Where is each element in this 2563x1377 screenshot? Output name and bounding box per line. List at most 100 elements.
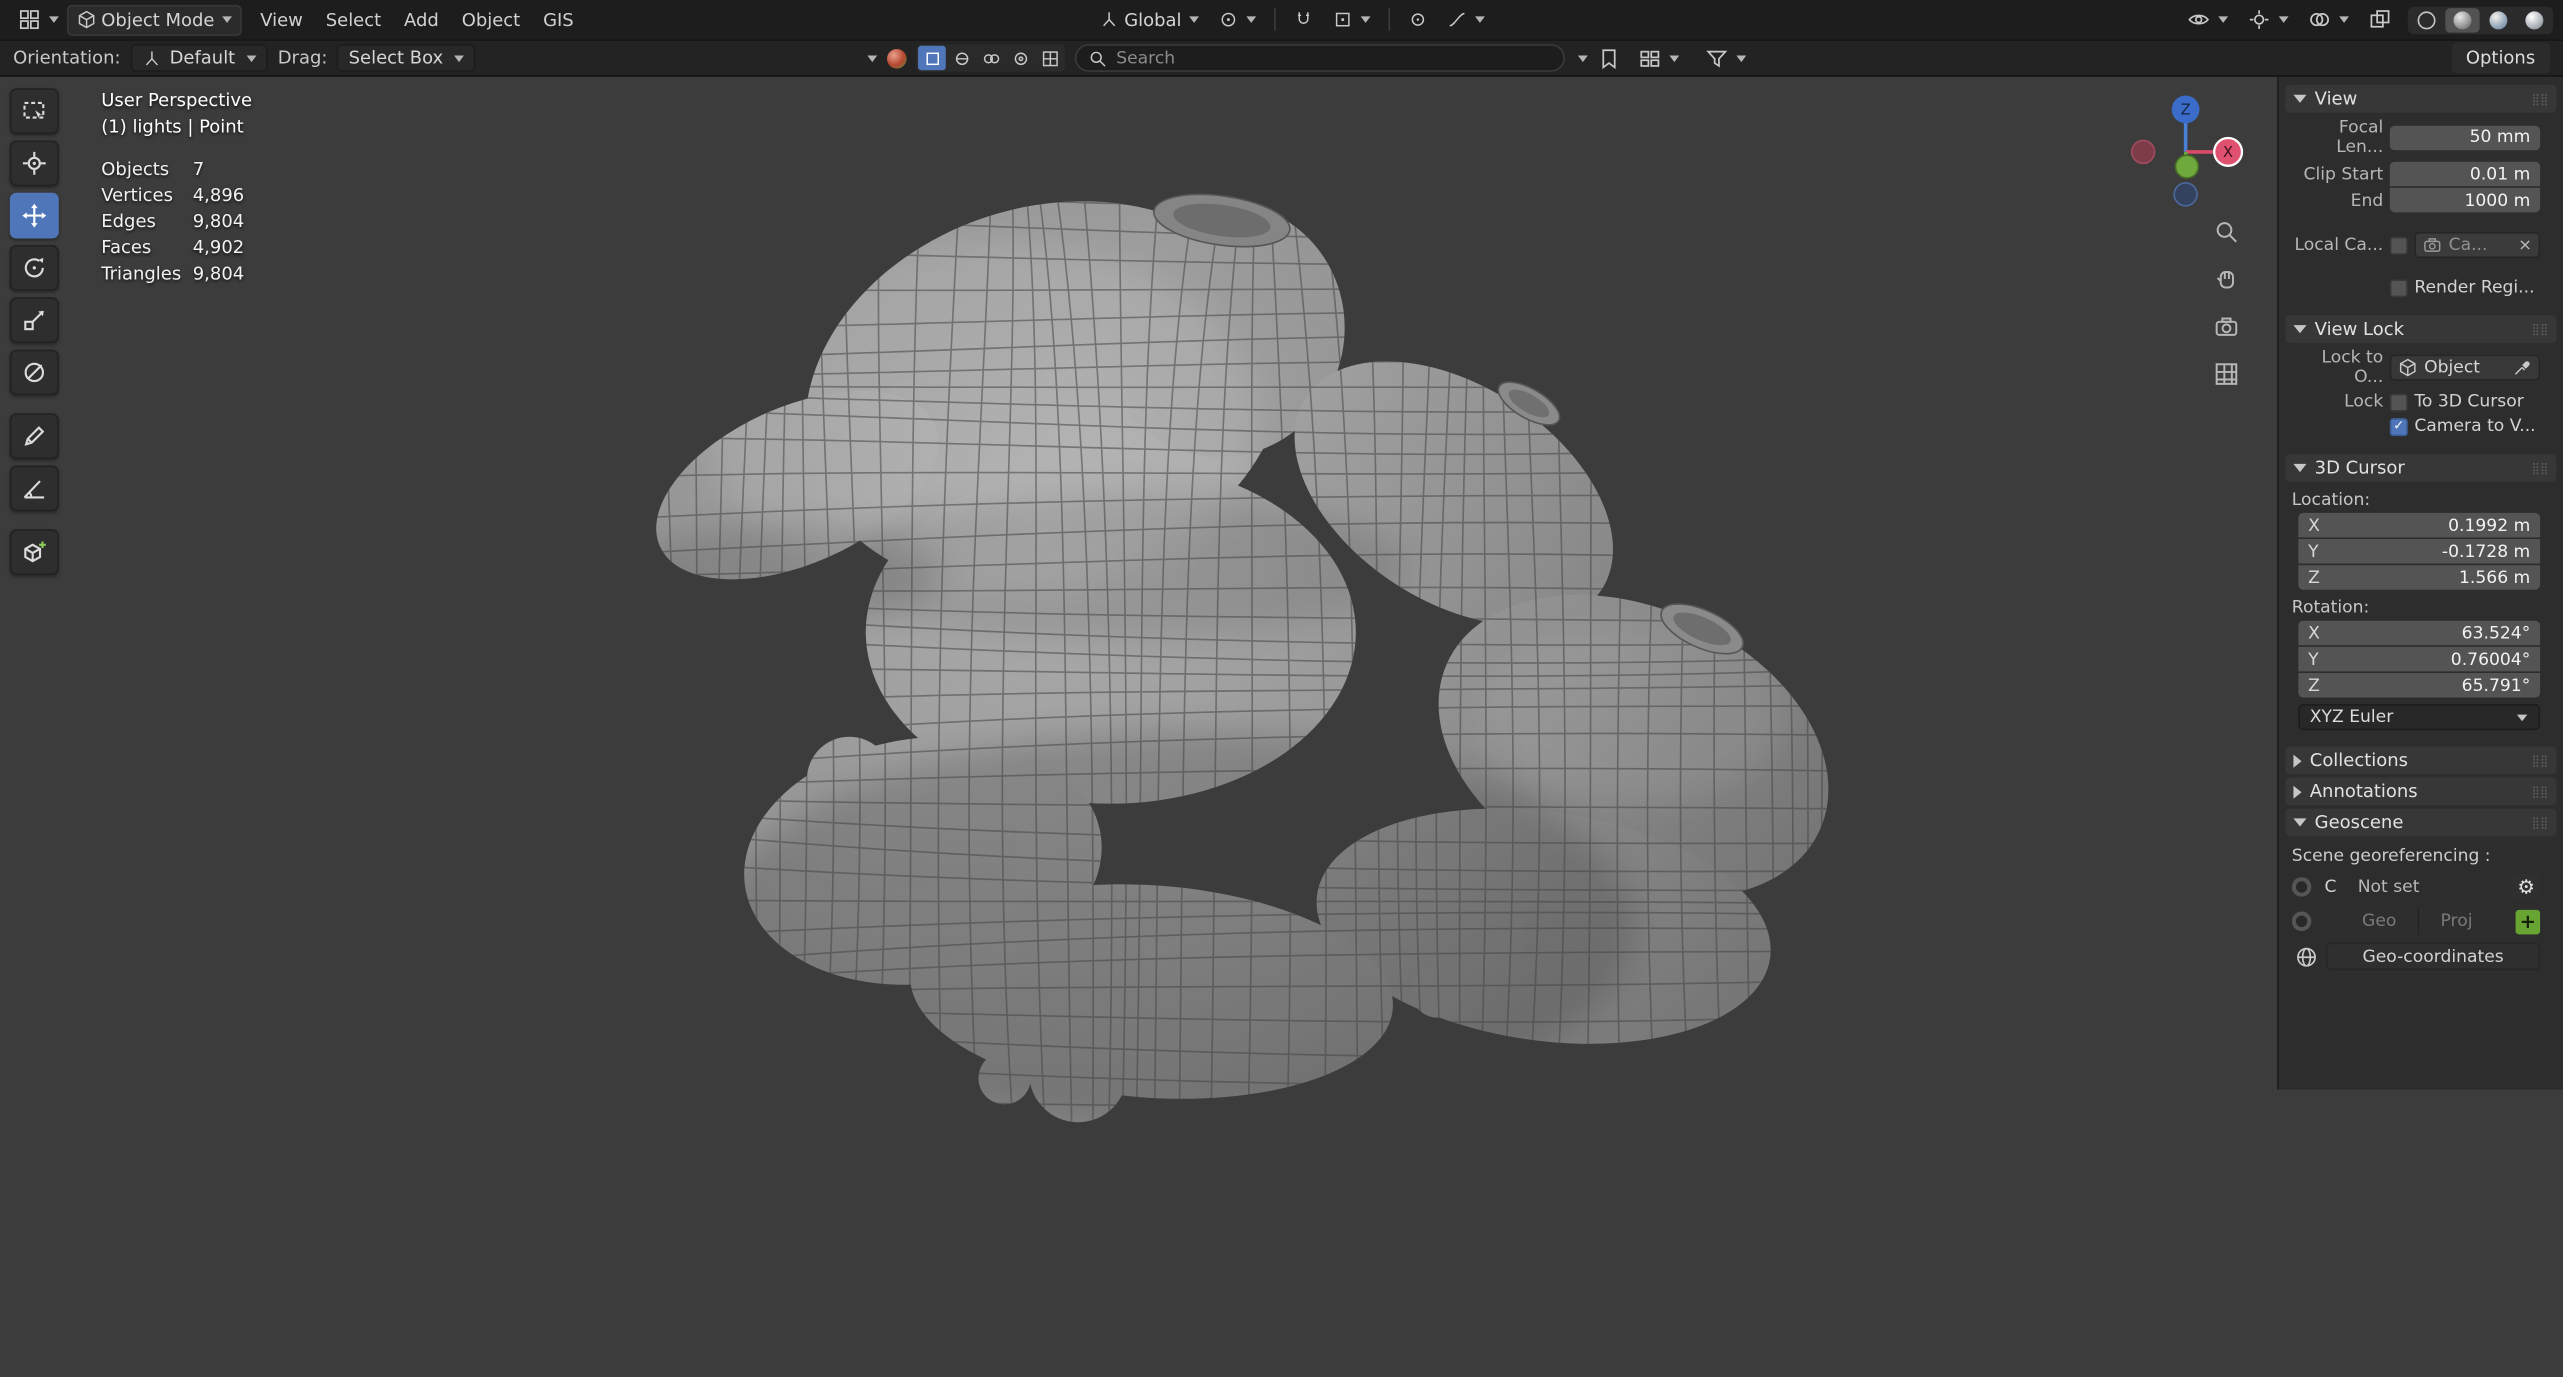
show-overlays-dropdown[interactable]	[2300, 3, 2357, 36]
display-filter-sphere-button[interactable]	[948, 46, 976, 71]
proj-button[interactable]: Proj	[2419, 908, 2494, 935]
cursor-location-x[interactable]: X 0.1992 m	[2298, 512, 2541, 538]
camera-icon	[2215, 317, 2238, 336]
proportional-editing-toggle[interactable]	[1400, 3, 1436, 36]
proportional-falloff-dropdown[interactable]	[1440, 3, 1494, 36]
menu-object[interactable]: Object	[450, 6, 531, 34]
pivot-point-dropdown[interactable]	[1211, 3, 1265, 36]
panel-grip-icon[interactable]: ⣿⣿	[2531, 92, 2548, 105]
panel-title: 3D Cursor	[2314, 457, 2405, 479]
to-3d-cursor-checkbox[interactable]	[2389, 392, 2408, 411]
panel-grip-icon[interactable]: ⣿⣿	[2531, 461, 2548, 474]
cursor-rotation-y[interactable]: Y 0.76004°	[2298, 646, 2541, 672]
shading-solid-button[interactable]	[2445, 7, 2480, 32]
display-mode-dropdown[interactable]	[1631, 42, 1688, 75]
filter-dropdown[interactable]	[1698, 42, 1755, 75]
presets-dropdown[interactable]	[867, 54, 878, 62]
options-button[interactable]: Options	[2451, 42, 2550, 74]
tool-annotate[interactable]	[9, 413, 59, 460]
panel-grip-icon[interactable]: ⣿⣿	[2531, 785, 2548, 798]
local-camera-field[interactable]: Ca... ×	[2414, 231, 2541, 259]
menu-gis[interactable]: GIS	[532, 6, 586, 34]
geo-coordinates-button[interactable]: Geo-coordinates	[2326, 942, 2541, 971]
crs-settings-button[interactable]: ⚙	[2512, 873, 2541, 901]
display-filter-box-button[interactable]	[918, 45, 947, 71]
tool-measure[interactable]	[9, 465, 59, 512]
xray-toggle[interactable]	[2360, 3, 2399, 36]
geo-button[interactable]: Geo	[2340, 908, 2420, 935]
tool-select-box[interactable]	[9, 88, 59, 134]
rotation-mode-dropdown[interactable]: XYZ Euler	[2298, 704, 2541, 731]
tool-rotate[interactable]	[9, 245, 59, 291]
shading-mode-group	[2407, 5, 2554, 34]
editor-type-button[interactable]	[10, 3, 67, 36]
lock-to-object-field[interactable]: Object	[2389, 354, 2541, 381]
orientation-dropdown[interactable]: Default	[130, 44, 268, 72]
cursor-location-z[interactable]: Z 1.566 m	[2298, 565, 2541, 590]
zoom-button[interactable]	[2208, 214, 2244, 250]
add-crs-button[interactable]: +	[2515, 909, 2541, 934]
snap-toggle[interactable]	[1286, 3, 1322, 36]
panel-grip-icon[interactable]: ⣿⣿	[2531, 754, 2548, 767]
menu-view[interactable]: View	[249, 6, 315, 34]
shading-material-button[interactable]	[2481, 7, 2515, 32]
crs-radio[interactable]	[2291, 877, 2312, 897]
cursor-rotation-x[interactable]: X 63.524°	[2298, 620, 2541, 646]
clip-end-field[interactable]: 1000 m	[2389, 187, 2541, 213]
navigation-gizmo[interactable]: Z X	[2124, 90, 2248, 214]
focal-length-field[interactable]: 50 mm	[2389, 124, 2541, 150]
panel-grip-icon[interactable]: ⣿⣿	[2531, 816, 2548, 829]
camera-to-view-checkbox[interactable]: ✓	[2389, 417, 2408, 436]
tool-move[interactable]	[9, 192, 59, 239]
local-camera-checkbox[interactable]	[2389, 236, 2408, 255]
camera-view-button[interactable]	[2208, 309, 2244, 345]
object-mode-dropdown[interactable]: Object Mode	[66, 4, 243, 36]
search-input[interactable]	[1116, 48, 1553, 68]
show-gizmo-dropdown[interactable]	[2240, 3, 2297, 36]
search-field[interactable]	[1075, 44, 1566, 72]
axis-minus-z-ball[interactable]	[2173, 182, 2198, 207]
snap-settings-dropdown[interactable]	[1325, 3, 1379, 36]
render-region-checkbox[interactable]	[2389, 278, 2408, 297]
panel-header-collections[interactable]: Collections ⣿⣿	[2285, 746, 2557, 775]
display-filter-grid-button[interactable]	[1036, 46, 1064, 71]
shading-rendered-button[interactable]	[2517, 7, 2551, 32]
menu-add[interactable]: Add	[393, 6, 451, 34]
tool-transform[interactable]	[9, 349, 59, 396]
hand-icon	[2216, 270, 2234, 289]
stat-row: Edges 9,804	[101, 210, 245, 232]
display-filter-segment	[916, 44, 1066, 72]
cursor-rotation-z[interactable]: Z 65.791°	[2298, 673, 2541, 698]
display-filter-circles-button[interactable]	[977, 46, 1005, 71]
crs-radio-2[interactable]	[2291, 911, 2312, 932]
chevron-down-icon	[1361, 16, 1372, 23]
clip-start-field[interactable]: 0.01 m	[2389, 161, 2541, 187]
axis-minus-x-ball[interactable]	[2130, 139, 2156, 165]
object-visibility-dropdown[interactable]	[2179, 3, 2236, 36]
viewport-3d[interactable]: User Perspective (1) lights | Point Obje…	[0, 76, 2563, 1377]
clear-camera-button[interactable]: ×	[2518, 236, 2532, 254]
panel-header-geoscene[interactable]: Geoscene ⣿⣿	[2285, 808, 2557, 837]
panel-grip-icon[interactable]: ⣿⣿	[2531, 323, 2548, 336]
tool-add-cube[interactable]	[9, 529, 59, 575]
transform-orientation-dropdown[interactable]: Global	[1092, 3, 1208, 36]
filter-options-dropdown[interactable]	[1578, 54, 1589, 62]
menu-select[interactable]: Select	[314, 6, 392, 34]
mesh-object[interactable]	[0, 77, 2563, 1377]
tool-cursor[interactable]	[9, 140, 59, 187]
panel-header-view[interactable]: View ⣿⣿	[2285, 84, 2557, 113]
eyedropper-icon[interactable]	[2512, 358, 2532, 378]
axis-y-ball[interactable]	[2174, 154, 2200, 179]
panel-header-view-lock[interactable]: View Lock ⣿⣿	[2285, 315, 2557, 344]
toggle-ortho-button[interactable]	[2208, 356, 2244, 392]
display-filter-ring-button[interactable]	[1007, 46, 1035, 71]
pan-button[interactable]	[2208, 261, 2244, 297]
panel-header-annotations[interactable]: Annotations ⣿⣿	[2285, 777, 2557, 806]
panel-header-3d-cursor[interactable]: 3D Cursor ⣿⣿	[2285, 454, 2557, 482]
bookmark-icon[interactable]	[1598, 47, 1621, 70]
material-ball-icon[interactable]	[887, 48, 908, 68]
drag-dropdown[interactable]: Select Box	[337, 44, 476, 72]
tool-scale[interactable]	[9, 297, 59, 344]
shading-wireframe-button[interactable]	[2409, 7, 2443, 32]
cursor-location-y[interactable]: Y -0.1728 m	[2298, 539, 2541, 564]
